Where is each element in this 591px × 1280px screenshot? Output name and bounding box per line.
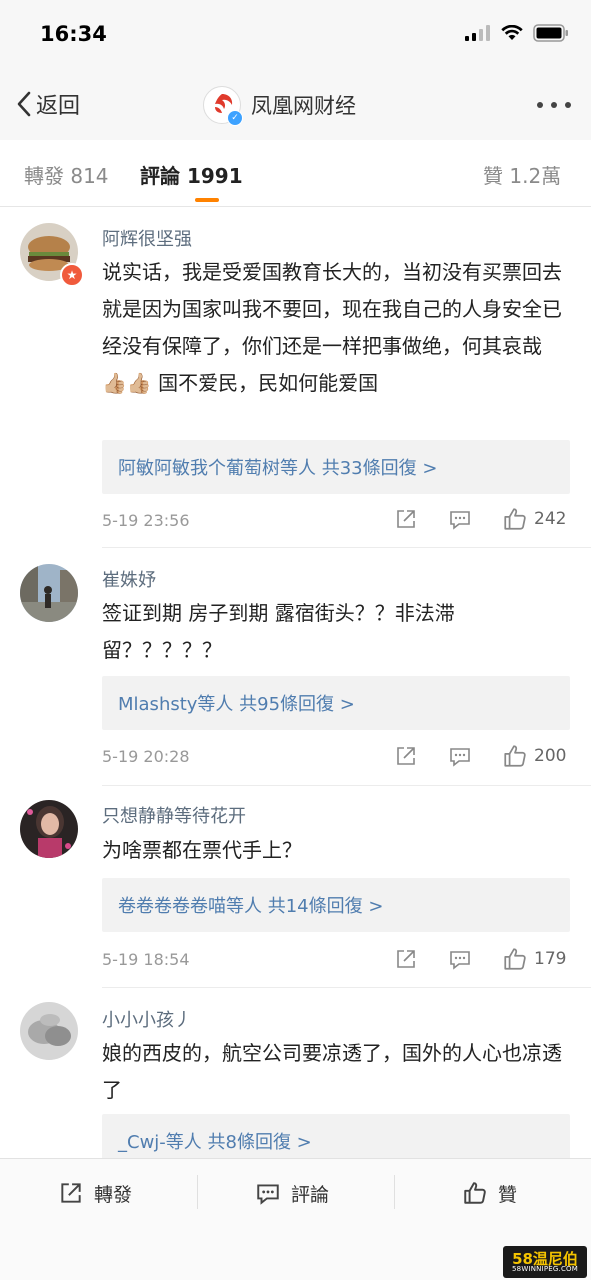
- tab-likes[interactable]: 贊 1.2萬: [483, 160, 561, 189]
- comment-text: 说实话，我是受爱国教育长大的，当初没有买票回去就是因为国家叫我不要回，现在我自己…: [102, 260, 562, 395]
- repost-icon: [61, 1183, 81, 1203]
- repost-icon[interactable]: [394, 507, 418, 531]
- comment-username[interactable]: 只想静静等待花开: [102, 802, 246, 828]
- reply-summary-text: Mlashsty等人 共95條回復 >: [118, 694, 355, 715]
- thumbs-up-icon: [504, 508, 526, 530]
- comment-icon[interactable]: [448, 947, 472, 971]
- reply-summary-text: 卷卷卷卷卷喵等人 共14條回復 >: [118, 896, 384, 917]
- avatar[interactable]: [20, 564, 78, 622]
- like-label: 贊: [498, 1183, 518, 1206]
- like-button[interactable]: 179: [502, 946, 566, 972]
- like-count: 179: [534, 949, 567, 969]
- repost-icon[interactable]: [394, 744, 418, 768]
- member-badge-icon: ★: [60, 263, 84, 287]
- tab-repost[interactable]: 轉發 814: [24, 160, 109, 189]
- watermark-url: 58WINNIPEG.COM: [512, 1265, 578, 1273]
- signal-icon: [465, 25, 490, 41]
- ifeng-logo: ✓: [203, 86, 243, 126]
- comment-username[interactable]: 小小小孩丿: [102, 1006, 192, 1032]
- comment-text: 为啥票都在票代手上？: [102, 838, 302, 862]
- battery-icon: [533, 24, 568, 42]
- comment-icon[interactable]: [448, 507, 472, 531]
- comment-text: 娘的西皮的，航空公司要凉透了，国外的人心也凉透了: [102, 1041, 562, 1102]
- like-button[interactable]: 200: [502, 743, 566, 769]
- reply-summary[interactable]: 阿敏阿敏我个葡萄树等人 共33條回復 >: [102, 440, 570, 494]
- street-avatar-image: [20, 564, 78, 622]
- nav-title[interactable]: ✓ 凤凰网财经: [203, 86, 356, 126]
- comment-divider: [102, 547, 591, 548]
- verified-badge-icon: ✓: [227, 110, 243, 126]
- comment-time: 5-19 23:56: [102, 511, 190, 530]
- more-dot-icon: [537, 102, 543, 108]
- nav-bar: 返回 ✓ 凤凰网财经: [0, 72, 591, 140]
- comment-actions: 242: [394, 506, 566, 532]
- bottom-action-bar: 轉發 評論 贊: [0, 1158, 591, 1227]
- thumbs-up-icon: [504, 745, 526, 767]
- comment-text: 签证到期 房子到期 露宿街头？？非法滞留？？？？？: [102, 601, 455, 662]
- comment-label: 評論: [291, 1183, 330, 1206]
- comment-icon[interactable]: [448, 744, 472, 768]
- chevron-left-icon: [17, 91, 31, 117]
- more-dot-icon: [551, 102, 557, 108]
- back-label: 返回: [36, 94, 81, 119]
- comment-username[interactable]: 崔姝妤: [102, 566, 156, 592]
- hands-avatar-image: [20, 1002, 78, 1060]
- status-icons: [465, 24, 569, 42]
- like-button[interactable]: 贊: [462, 1159, 517, 1227]
- portrait-avatar-image: [20, 800, 78, 858]
- thumbs-up-icon: [504, 948, 526, 970]
- like-count: 200: [534, 746, 567, 766]
- like-button[interactable]: 242: [502, 506, 566, 532]
- more-dot-icon: [565, 102, 571, 108]
- like-count: 242: [534, 509, 567, 529]
- repost-button[interactable]: 轉發: [58, 1159, 132, 1227]
- tab-comments[interactable]: 評論 1991: [140, 160, 243, 189]
- comment-actions: 179: [394, 946, 566, 972]
- reply-summary-text: _Cwj-等人 共8條回復 >: [118, 1132, 312, 1153]
- comment-time: 5-19 20:28: [102, 747, 190, 766]
- comment-icon: [257, 1184, 279, 1205]
- page-title: 凤凰网财经: [251, 94, 356, 118]
- tab-bar: 轉發 814 評論 1991 贊 1.2萬: [0, 140, 591, 207]
- wifi-icon: [501, 25, 523, 40]
- comment-divider: [102, 987, 591, 988]
- thumbs-up-icon: [464, 1182, 486, 1204]
- repost-label: 轉發: [94, 1183, 133, 1206]
- reply-summary[interactable]: 卷卷卷卷卷喵等人 共14條回復 >: [102, 878, 570, 932]
- comment-actions: 200: [394, 743, 566, 769]
- status-bar: 16:34: [0, 0, 591, 72]
- avatar[interactable]: [20, 1002, 78, 1060]
- comment-button[interactable]: 評論: [255, 1159, 329, 1227]
- comment-time: 5-19 18:54: [102, 950, 190, 969]
- more-button[interactable]: [537, 102, 571, 108]
- bottom-separator: [394, 1175, 395, 1209]
- site-watermark: 58温尼伯 58WINNIPEG.COM: [503, 1246, 587, 1278]
- comment-divider: [102, 785, 591, 786]
- repost-icon[interactable]: [394, 947, 418, 971]
- comment-username[interactable]: 阿辉很坚强: [102, 225, 192, 251]
- back-button[interactable]: 返回: [16, 88, 80, 120]
- reply-summary[interactable]: Mlashsty等人 共95條回復 >: [102, 676, 570, 730]
- status-time: 16:34: [40, 22, 107, 46]
- tab-active-indicator: [195, 198, 219, 202]
- bottom-separator: [197, 1175, 198, 1209]
- avatar[interactable]: [20, 800, 78, 858]
- reply-summary-text: 阿敏阿敏我个葡萄树等人 共33條回復 >: [118, 458, 438, 479]
